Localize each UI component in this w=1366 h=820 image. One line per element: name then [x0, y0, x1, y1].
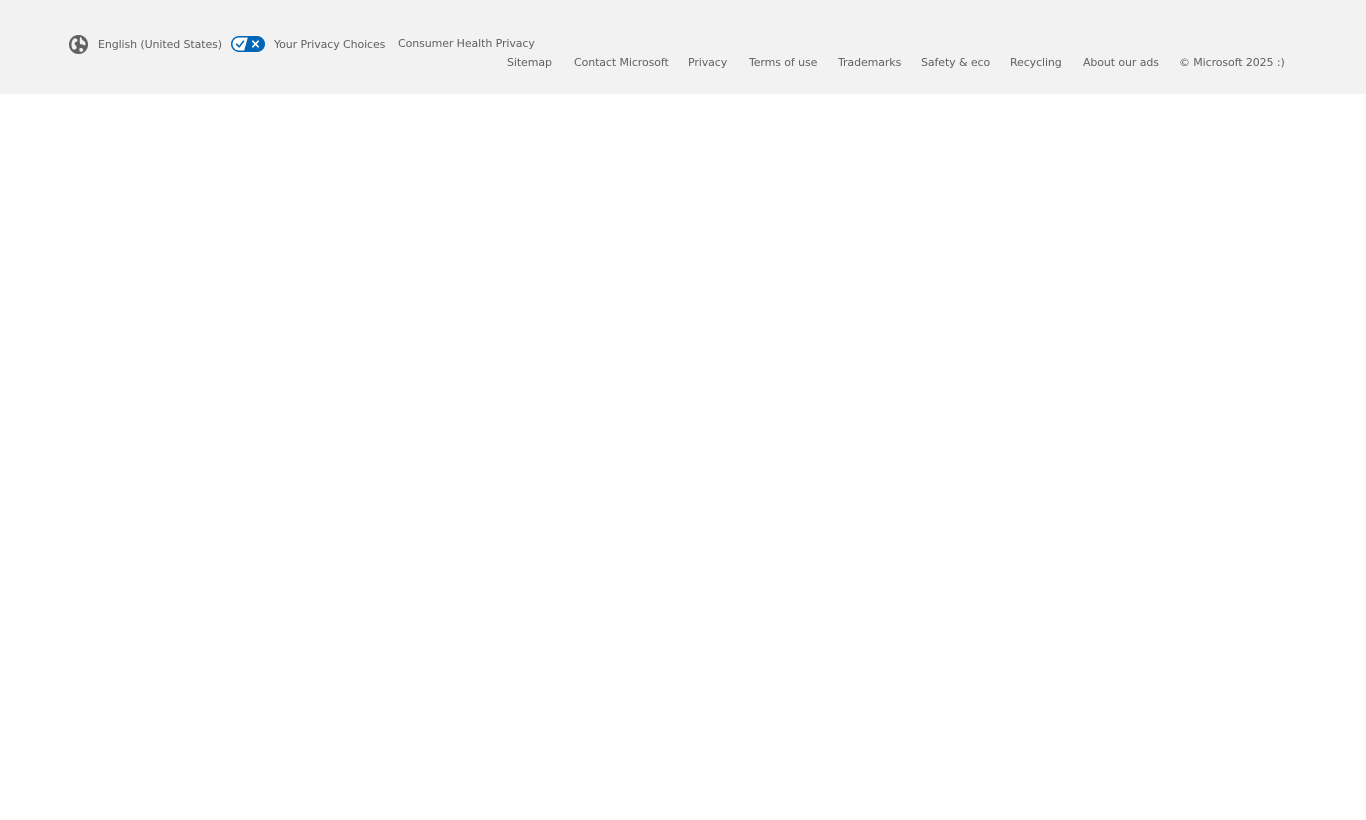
privacy-choices-link[interactable]: Your Privacy Choices — [231, 33, 385, 55]
consumer-health-privacy-link[interactable]: Consumer Health Privacy — [398, 37, 535, 50]
copyright-text: © Microsoft 2025 :) — [1179, 56, 1285, 69]
footer-link-trademarks[interactable]: Trademarks — [838, 56, 901, 69]
footer-links: Sitemap Contact Microsoft Privacy Terms … — [0, 56, 1366, 72]
footer-link-terms-of-use[interactable]: Terms of use — [749, 56, 817, 69]
privacy-choices-label: Your Privacy Choices — [274, 37, 386, 51]
footer-link-privacy[interactable]: Privacy — [688, 56, 727, 69]
footer-link-about-our-ads[interactable]: About our ads — [1083, 56, 1159, 69]
footer-link-contact-microsoft[interactable]: Contact Microsoft — [574, 56, 669, 69]
footer-link-recycling[interactable]: Recycling — [1010, 56, 1062, 69]
footer-link-safety-eco[interactable]: Safety & eco — [921, 56, 990, 69]
site-footer: English (United States) Your Privacy Cho… — [0, 0, 1366, 94]
locale-label: English (United States) — [98, 37, 222, 51]
footer-link-sitemap[interactable]: Sitemap — [507, 56, 552, 69]
locale-selector[interactable]: English (United States) — [68, 33, 222, 55]
globe-icon — [68, 34, 89, 54]
privacy-toggle-icon — [231, 36, 265, 52]
